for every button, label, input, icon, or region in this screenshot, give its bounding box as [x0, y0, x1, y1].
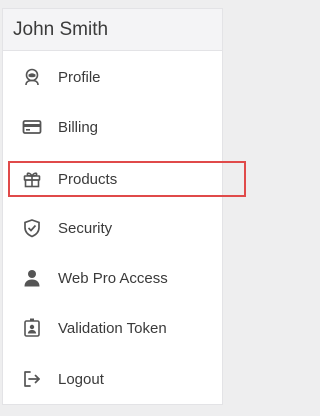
- user-name: John Smith: [13, 18, 109, 40]
- gift-icon: [22, 169, 42, 189]
- menu-item-label: Security: [58, 219, 113, 237]
- menu-item-label: Validation Token: [58, 319, 167, 337]
- account-menu-panel: John Smith Profile Billing Products Secu…: [2, 8, 246, 405]
- account-header: John Smith: [3, 9, 222, 51]
- logout-icon: [22, 369, 42, 389]
- astronaut-icon: [22, 67, 42, 87]
- menu-item-label: Logout: [58, 370, 104, 388]
- menu-item-products[interactable]: Products: [8, 161, 246, 197]
- user-icon: [22, 268, 42, 288]
- credit-card-icon: [22, 117, 42, 137]
- menu-item-logout[interactable]: Logout: [3, 361, 222, 397]
- menu-item-label: Billing: [58, 118, 99, 136]
- menu-item-web-pro-access[interactable]: Web Pro Access: [3, 260, 222, 296]
- menu-item-profile[interactable]: Profile: [3, 59, 222, 95]
- menu-item-label: Profile: [58, 68, 101, 86]
- shield-check-icon: [22, 218, 42, 238]
- menu-item-security[interactable]: Security: [3, 210, 222, 246]
- menu-item-billing[interactable]: Billing: [3, 109, 222, 145]
- id-badge-icon: [22, 318, 42, 338]
- menu-item-label: Web Pro Access: [58, 269, 168, 287]
- menu-item-validation-token[interactable]: Validation Token: [3, 310, 222, 346]
- menu-item-label: Products: [58, 170, 118, 188]
